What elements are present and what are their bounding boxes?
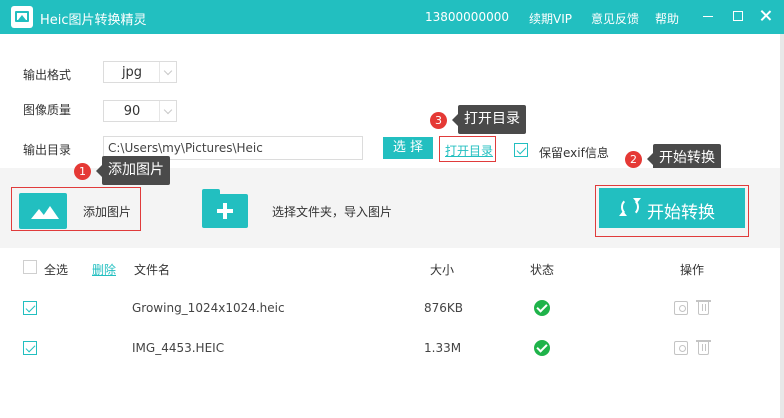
maximize-icon[interactable] <box>727 5 749 27</box>
start-convert-button[interactable]: 开始转换 <box>599 188 745 228</box>
exif-label: 保留exif信息 <box>539 146 609 160</box>
success-check-icon <box>534 300 550 316</box>
file-name: Growing_1024x1024.heic <box>132 301 285 315</box>
add-image-icon[interactable] <box>19 193 67 229</box>
open-dir-highlight <box>439 136 496 162</box>
format-value: jpg <box>121 65 143 80</box>
step-3-badge: 3 <box>430 112 447 129</box>
row-checkbox[interactable] <box>23 341 37 355</box>
account-phone[interactable]: 13800000000 <box>425 10 509 24</box>
step-3-tooltip: 打开目录 <box>452 105 526 134</box>
add-image-button[interactable]: 添加图片 <box>83 203 131 220</box>
exif-checkbox[interactable] <box>514 143 528 157</box>
chevron-down-icon[interactable] <box>159 101 176 121</box>
quality-select[interactable]: 90 <box>103 100 177 122</box>
dir-label: 输出目录 <box>23 143 72 157</box>
row-checkbox[interactable] <box>23 301 37 315</box>
trash-icon[interactable] <box>696 340 711 355</box>
chevron-down-icon[interactable] <box>159 62 176 82</box>
col-status: 状态 <box>530 263 555 277</box>
quality-value: 90 <box>123 104 141 119</box>
file-size: 876KB <box>424 301 464 315</box>
feedback-link[interactable]: 意见反馈 <box>591 10 639 27</box>
renew-vip-link[interactable]: 续期VIP <box>529 10 572 27</box>
import-folder-button[interactable]: 选择文件夹，导入图片 <box>272 203 392 220</box>
delete-link[interactable]: 删除 <box>92 261 116 278</box>
choose-dir-button[interactable]: 选 择 <box>383 137 433 159</box>
select-all-checkbox[interactable] <box>23 260 37 274</box>
app-logo-icon <box>11 6 33 28</box>
quality-label: 图像质量 <box>23 103 72 117</box>
close-icon[interactable] <box>755 5 777 27</box>
preview-icon[interactable] <box>674 341 688 355</box>
start-convert-label: 开始转换 <box>647 203 715 223</box>
folder-add-icon[interactable] <box>202 189 248 228</box>
title-bar: Heic图片转换精灵 13800000000 续期VIP 意见反馈 帮助 <box>0 0 784 34</box>
window-edge <box>780 34 784 418</box>
col-filename: 文件名 <box>134 263 171 277</box>
format-label: 输出格式 <box>23 68 72 82</box>
file-name: IMG_4453.HEIC <box>132 341 225 355</box>
select-all-label[interactable]: 全选 <box>44 261 68 278</box>
preview-icon[interactable] <box>674 301 688 315</box>
file-size: 1.33M <box>424 341 462 355</box>
app-title: Heic图片转换精灵 <box>40 13 147 28</box>
step-1-tooltip: 添加图片 <box>96 156 170 185</box>
col-size: 大小 <box>430 263 455 277</box>
trash-icon[interactable] <box>696 300 711 315</box>
refresh-icon <box>619 198 641 216</box>
success-check-icon <box>534 340 550 356</box>
step-2-badge: 2 <box>625 151 642 168</box>
help-link[interactable]: 帮助 <box>655 10 679 27</box>
col-action: 操作 <box>680 263 705 277</box>
minimize-icon[interactable] <box>697 5 719 27</box>
step-1-badge: 1 <box>74 163 91 180</box>
format-select[interactable]: jpg <box>103 61 177 83</box>
